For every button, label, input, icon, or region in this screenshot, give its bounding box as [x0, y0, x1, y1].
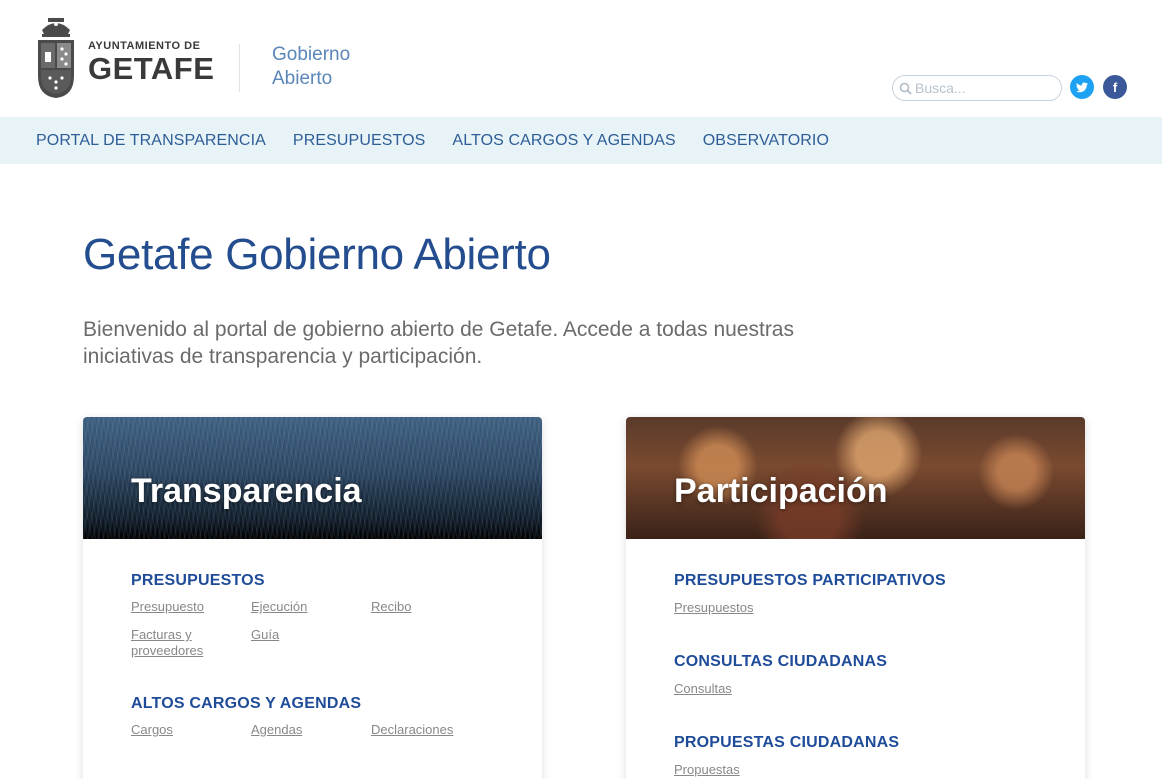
section-title-altos-cargos[interactable]: ALTOS CARGOS Y AGENDAS [131, 695, 494, 713]
link-facturas-proveedores[interactable]: Facturas y proveedores [131, 627, 251, 659]
transparencia-banner-image[interactable]: Transparencia [83, 417, 542, 539]
getafe-logo[interactable]: AYUNTAMIENTO DE GETAFE [34, 16, 214, 100]
participacion-banner-image[interactable]: Participación [626, 417, 1085, 539]
altos-cargos-section: ALTOS CARGOS Y AGENDAS Cargos Agendas De… [131, 695, 494, 738]
search-input[interactable] [915, 80, 1055, 96]
main-nav: PORTAL DE TRANSPARENCIA PRESUPUESTOS ALT… [0, 117, 1162, 164]
section-title-consultas[interactable]: CONSULTAS CIUDADANAS [674, 653, 1037, 671]
section-title-presupuestos-participativos[interactable]: PRESUPUESTOS PARTICIPATIVOS [674, 572, 1037, 590]
coat-of-arms-icon [38, 18, 74, 98]
logo-title: GETAFE [88, 51, 215, 86]
nav-item-presupuestos[interactable]: PRESUPUESTOS [293, 132, 426, 150]
link-recibo[interactable]: Recibo [371, 599, 491, 615]
presupuestos-participativos-section: PRESUPUESTOS PARTICIPATIVOS Presupuestos [674, 572, 1037, 617]
link-propuestas[interactable]: Propuestas [674, 762, 740, 777]
nav-item-observatorio[interactable]: OBSERVATORIO [703, 132, 829, 150]
section-title-presupuestos[interactable]: PRESUPUESTOS [131, 572, 494, 590]
facebook-glyph: f [1112, 79, 1118, 95]
transparencia-card-title[interactable]: Transparencia [131, 472, 362, 511]
link-agendas[interactable]: Agendas [251, 722, 371, 738]
participacion-card-title[interactable]: Participación [674, 472, 888, 511]
search-icon [897, 80, 913, 96]
site-name-line1: Gobierno [272, 44, 351, 65]
propuestas-section: PROPUESTAS CIUDADANAS Propuestas [674, 734, 1037, 779]
link-consultas[interactable]: Consultas [674, 681, 732, 696]
nav-item-altos-cargos[interactable]: ALTOS CARGOS Y AGENDAS [452, 132, 675, 150]
section-title-propuestas[interactable]: PROPUESTAS CIUDADANAS [674, 734, 1037, 752]
link-cargos[interactable]: Cargos [131, 722, 251, 738]
page-title: Getafe Gobierno Abierto [83, 230, 551, 279]
header-divider [239, 44, 240, 92]
participacion-card: Participación PRESUPUESTOS PARTICIPATIVO… [626, 417, 1085, 779]
consultas-section: CONSULTAS CIUDADANAS Consultas [674, 653, 1037, 698]
link-declaraciones[interactable]: Declaraciones [371, 722, 491, 738]
nav-item-portal-transparencia[interactable]: PORTAL DE TRANSPARENCIA [36, 132, 266, 150]
search-box[interactable] [892, 75, 1062, 101]
presupuestos-section: PRESUPUESTOS Presupuesto Ejecución Recib… [131, 572, 494, 659]
link-ejecucion[interactable]: Ejecución [251, 599, 371, 615]
facebook-icon[interactable]: f [1103, 75, 1127, 99]
site-name[interactable]: Gobierno Abierto [272, 43, 350, 91]
link-presupuestos[interactable]: Presupuestos [674, 600, 754, 615]
link-guia[interactable]: Guía [251, 627, 371, 659]
transparencia-card: Transparencia PRESUPUESTOS Presupuesto E… [83, 417, 542, 779]
twitter-icon[interactable] [1070, 75, 1094, 99]
site-header: AYUNTAMIENTO DE GETAFE Gobierno Abierto … [0, 0, 1162, 117]
site-name-line2: Abierto [272, 68, 333, 89]
link-presupuesto[interactable]: Presupuesto [131, 599, 251, 615]
intro-text: Bienvenido al portal de gobierno abierto… [83, 318, 794, 368]
